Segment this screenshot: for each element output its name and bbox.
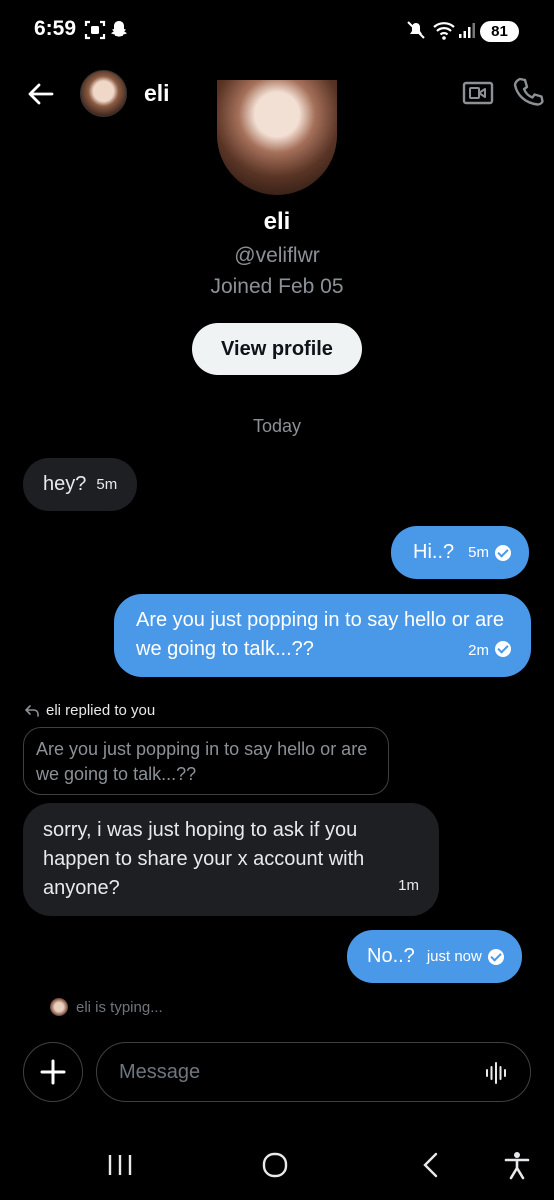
profile-name: eli: [263, 208, 291, 235]
message-bubble-incoming[interactable]: hey? 5m: [23, 458, 138, 511]
video-call-icon[interactable]: [462, 79, 494, 107]
read-check-icon: [487, 948, 504, 965]
signal-icon: [459, 23, 475, 38]
message-time: 5m: [468, 544, 489, 561]
wifi-icon: [433, 22, 455, 40]
profile-joined-date: Joined Feb 05: [210, 275, 344, 298]
reply-indicator: eli replied to you: [24, 702, 155, 719]
header-contact-name[interactable]: eli: [144, 80, 170, 107]
message-text: sorry, i was just hoping to ask if you h…: [43, 819, 365, 899]
message-bubble-outgoing[interactable]: Are you just popping in to say hello or …: [114, 594, 531, 677]
voice-message-icon[interactable]: [484, 1061, 508, 1085]
phone-call-icon[interactable]: [512, 76, 546, 110]
quoted-message[interactable]: Are you just popping in to say hello or …: [23, 727, 389, 795]
back-arrow-icon[interactable]: [22, 76, 58, 112]
read-check-icon: [494, 544, 511, 561]
battery-indicator: 81: [480, 21, 519, 42]
message-text: Are you just popping in to say hello or …: [136, 609, 504, 660]
date-divider: Today: [252, 416, 302, 436]
add-attachment-button[interactable]: [23, 1042, 83, 1102]
screenshot-icon: [84, 20, 106, 40]
reply-arrow-icon: [24, 704, 39, 717]
home-icon[interactable]: [262, 1150, 288, 1180]
message-meta: 2m: [468, 636, 511, 665]
message-bubble-outgoing[interactable]: No..? just now: [347, 930, 522, 983]
reply-label: eli replied to you: [46, 702, 156, 719]
battery-level: 81: [491, 23, 508, 40]
typing-avatar: [50, 998, 68, 1016]
message-placeholder: Message: [119, 1060, 201, 1083]
system-navigation-bar: [0, 1130, 554, 1200]
profile-handle: @veliflwr: [234, 244, 320, 267]
message-time: 5m: [96, 476, 118, 493]
typing-text: eli is typing...: [76, 998, 163, 1016]
message-bubble-incoming[interactable]: sorry, i was just hoping to ask if you h…: [23, 803, 439, 916]
message-time: 1m: [398, 877, 419, 894]
nav-back-icon[interactable]: [420, 1150, 442, 1180]
message-bubble-outgoing[interactable]: Hi..? 5m: [391, 526, 529, 579]
mute-icon: [407, 21, 425, 39]
accessibility-icon[interactable]: [503, 1150, 531, 1180]
plus-icon: [40, 1059, 66, 1085]
view-profile-button[interactable]: View profile: [192, 323, 362, 375]
status-bar: 6:59 81: [0, 0, 554, 62]
message-input[interactable]: Message: [96, 1042, 531, 1102]
status-time: 6:59: [34, 17, 77, 40]
message-text: Hi..?: [413, 541, 455, 563]
typing-indicator: eli is typing...: [50, 998, 163, 1016]
message-text: hey?: [43, 473, 87, 495]
recent-apps-icon[interactable]: [107, 1150, 133, 1180]
read-check-icon: [495, 641, 511, 657]
message-time: 2m: [468, 642, 489, 659]
message-text: No..?: [367, 945, 415, 967]
snapchat-icon: [111, 21, 127, 37]
message-time: just now: [426, 948, 482, 965]
header-avatar[interactable]: [80, 70, 127, 117]
profile-avatar[interactable]: [217, 80, 337, 195]
